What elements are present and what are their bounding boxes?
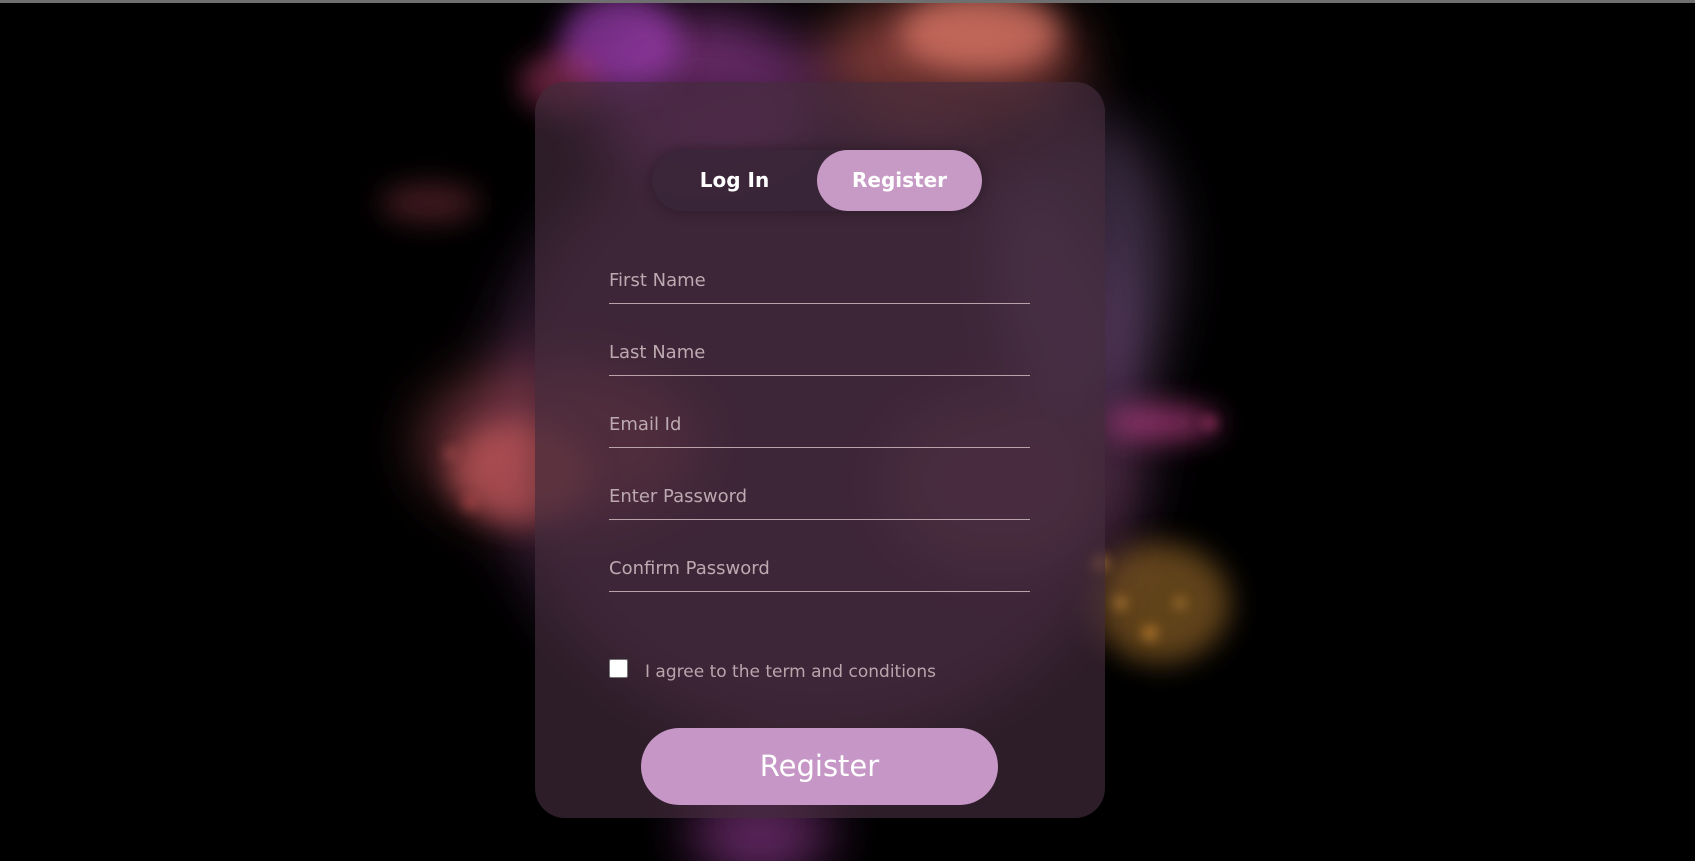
- terms-agreement: I agree to the term and conditions: [609, 656, 936, 682]
- last-name-field: [609, 329, 1030, 376]
- register-submit-button[interactable]: Register: [641, 728, 998, 805]
- confirm-password-input[interactable]: [609, 545, 1030, 591]
- email-input[interactable]: [609, 401, 1030, 447]
- first-name-field: [609, 257, 1030, 304]
- first-name-input[interactable]: [609, 257, 1030, 303]
- auth-mode-toggle: Log In Register: [652, 150, 982, 211]
- last-name-input[interactable]: [609, 329, 1030, 375]
- confirm-password-field: [609, 545, 1030, 592]
- password-input[interactable]: [609, 473, 1030, 519]
- login-tab-button[interactable]: Log In: [652, 150, 817, 211]
- password-field: [609, 473, 1030, 520]
- terms-label: I agree to the term and conditions: [645, 661, 936, 682]
- register-tab-button[interactable]: Register: [817, 150, 982, 211]
- page-background: Log In Register I agree to the term and …: [0, 3, 1695, 861]
- email-field: [609, 401, 1030, 448]
- register-card: Log In Register I agree to the term and …: [535, 82, 1105, 818]
- terms-checkbox[interactable]: [609, 658, 628, 678]
